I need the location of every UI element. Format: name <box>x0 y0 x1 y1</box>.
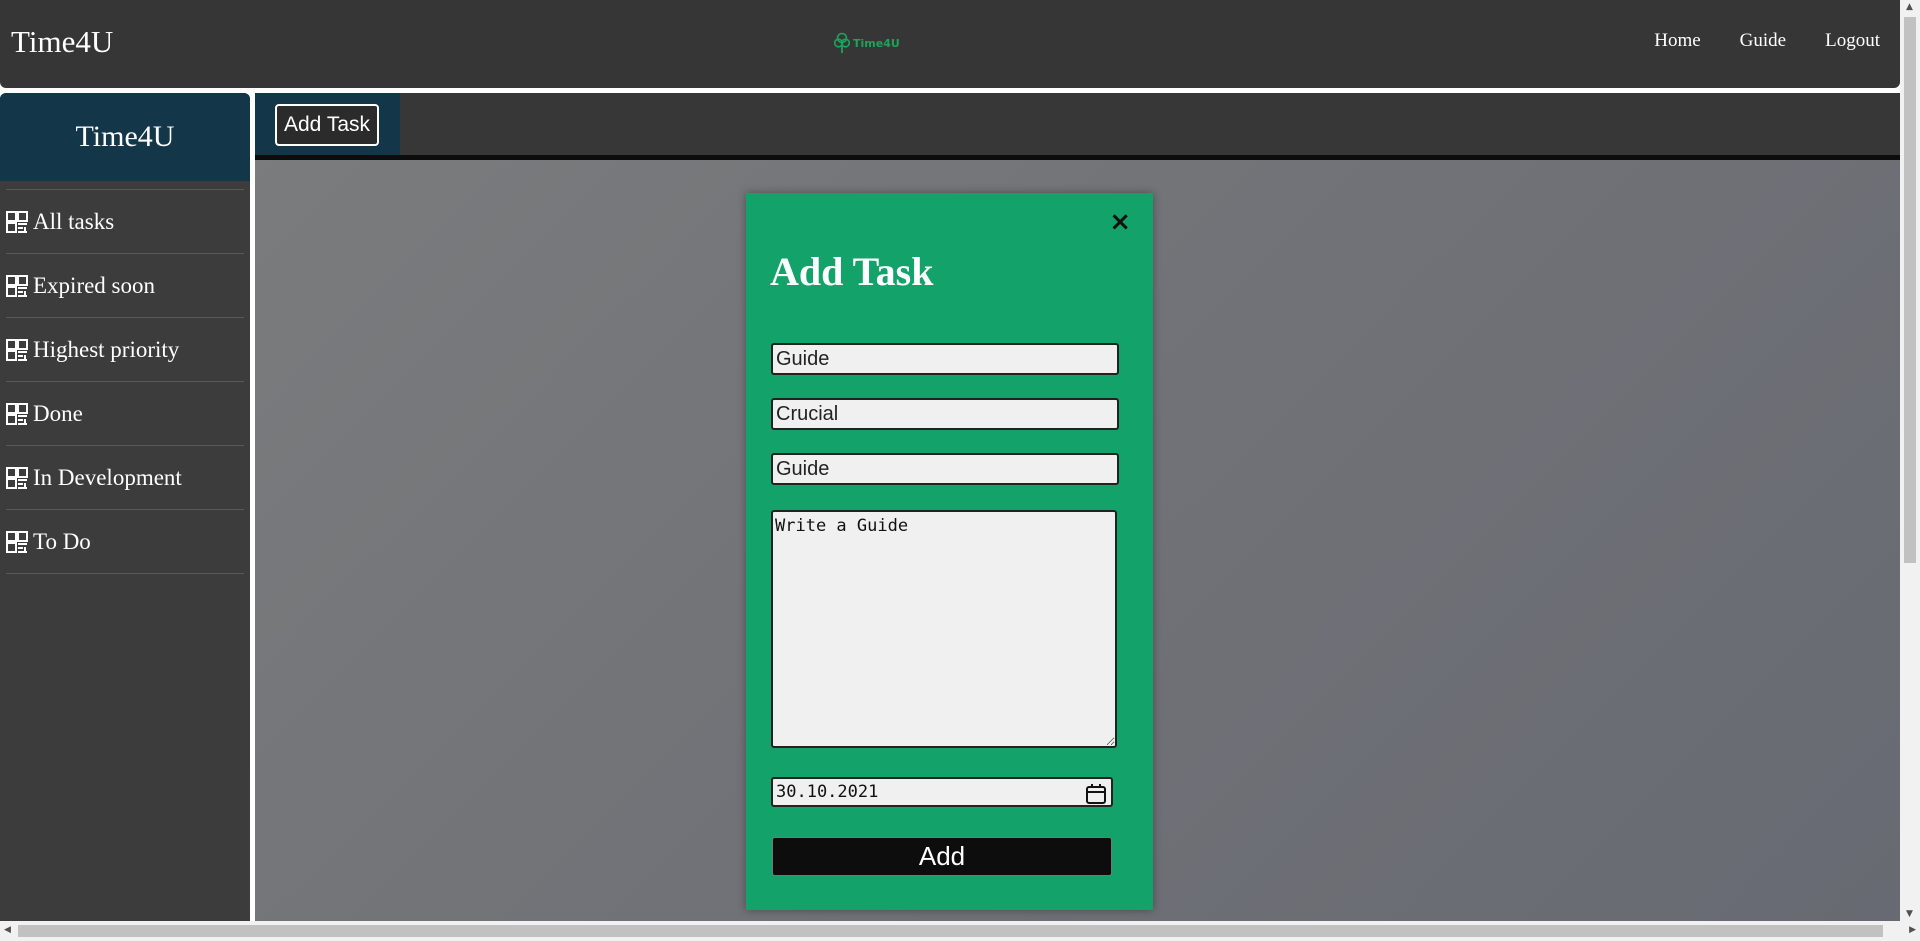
vertical-scrollbar[interactable]: ▲ ▼ <box>1900 0 1920 921</box>
sidebar-title: Time4U <box>0 93 250 181</box>
close-icon[interactable]: × <box>1109 207 1131 237</box>
sidebar-item-label: In Development <box>33 464 182 490</box>
sidebar-item-label: Highest priority <box>33 336 180 362</box>
dashboard-icon <box>6 530 28 553</box>
toolbar: Add Task <box>255 93 1900 160</box>
sidebar-item-done[interactable]: Done <box>6 381 244 445</box>
tree-logo-icon <box>834 32 850 53</box>
brand-title[interactable]: Time4U <box>11 24 113 60</box>
horizontal-scrollbar[interactable]: ◀ ▶ <box>0 921 1920 941</box>
sidebar-list: All tasks Expired soon Highest priority … <box>6 181 244 574</box>
sidebar: Time4U All tasks Expired soon Highest pr… <box>0 93 250 941</box>
nav-home-link[interactable]: Home <box>1654 30 1700 52</box>
task-priority-input[interactable] <box>771 398 1119 430</box>
due-date-input[interactable]: 30.10.2021 <box>771 777 1113 807</box>
sidebar-item-all-tasks[interactable]: All tasks <box>6 189 244 253</box>
modal-title: Add Task <box>770 249 934 294</box>
scroll-down-icon[interactable]: ▼ <box>1906 909 1913 919</box>
scroll-up-icon[interactable]: ▲ <box>1906 2 1913 12</box>
calendar-icon[interactable] <box>1085 783 1107 805</box>
add-submit-button[interactable]: Add <box>772 837 1112 876</box>
sidebar-item-to-do[interactable]: To Do <box>6 509 244 574</box>
add-task-button[interactable]: Add Task <box>275 104 379 146</box>
sidebar-item-label: To Do <box>33 528 91 554</box>
sidebar-item-label: All tasks <box>33 208 115 234</box>
vertical-scroll-thumb[interactable] <box>1904 17 1916 563</box>
dashboard-icon <box>6 210 28 233</box>
due-date-value: 30.10.2021 <box>776 782 879 802</box>
top-navbar: Time4U Time4U Home Guide Logout <box>0 0 1900 88</box>
app-logo[interactable]: Time4U <box>834 31 900 55</box>
horizontal-scroll-thumb[interactable] <box>18 925 1883 937</box>
dashboard-icon <box>6 466 28 489</box>
sidebar-item-expired-soon[interactable]: Expired soon <box>6 253 244 317</box>
logo-text: Time4U <box>853 36 900 50</box>
nav-guide-link[interactable]: Guide <box>1740 30 1786 52</box>
task-category-input[interactable] <box>771 453 1119 485</box>
nav-logout-link[interactable]: Logout <box>1825 30 1880 52</box>
add-task-modal: × Add Task Write a Guide 30.10.2021 Add <box>746 193 1153 910</box>
sidebar-item-label: Expired soon <box>33 272 156 298</box>
top-nav-links: Home Guide Logout <box>1654 30 1880 52</box>
dashboard-icon <box>6 338 28 361</box>
task-description-textarea[interactable]: Write a Guide <box>771 510 1117 748</box>
sidebar-item-label: Done <box>33 400 83 426</box>
scroll-left-icon[interactable]: ◀ <box>4 925 11 935</box>
dashboard-icon <box>6 274 28 297</box>
dashboard-icon <box>6 402 28 425</box>
task-name-input[interactable] <box>771 343 1119 375</box>
toolbar-active-tab: Add Task <box>255 93 400 155</box>
sidebar-item-highest-priority[interactable]: Highest priority <box>6 317 244 381</box>
scroll-right-icon[interactable]: ▶ <box>1909 925 1916 935</box>
sidebar-item-in-development[interactable]: In Development <box>6 445 244 509</box>
